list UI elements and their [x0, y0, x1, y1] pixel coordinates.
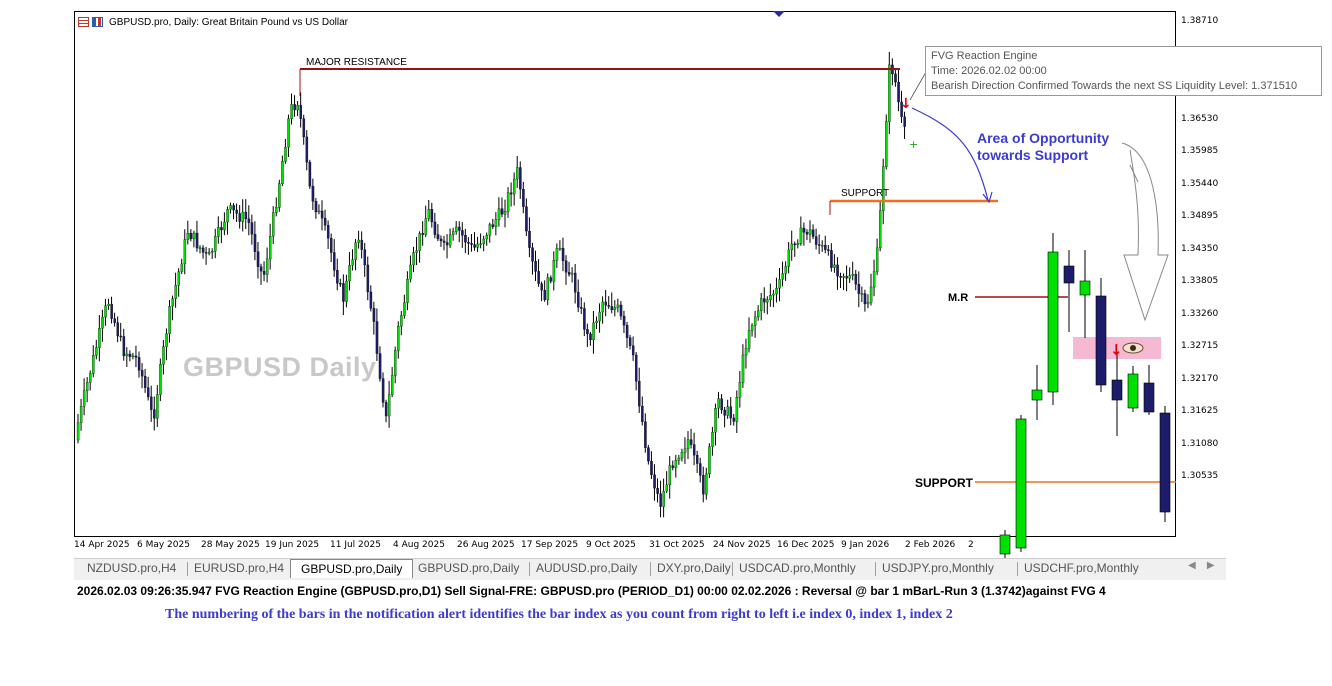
chart-tab[interactable]: EURUSD.pro,H4: [194, 561, 284, 575]
tab-separator: [187, 562, 188, 576]
date-tick-label: 17 Sep 2025: [521, 540, 579, 550]
chart-tab[interactable]: USDJPY.pro,Monthly: [882, 561, 994, 575]
chart-tab[interactable]: AUDUSD.pro,Daily: [536, 561, 637, 575]
tab-separator: [875, 562, 876, 576]
chart-tab[interactable]: GBPUSD.pro,Daily: [418, 561, 519, 575]
symbol-watermark: GBPUSD Daily: [183, 352, 377, 382]
date-tick-label: 2: [968, 540, 974, 550]
date-tick-label: 4 Aug 2025: [393, 540, 445, 550]
tab-scroll: ◀ ▶: [1188, 560, 1215, 571]
tooltip-line2: Time: 2026.02.02 00:00: [931, 65, 1047, 77]
major-resistance-label: MAJOR RESISTANCE: [306, 57, 407, 68]
opportunity-label: Area of Opportunity towards Support: [977, 130, 1109, 164]
price-tick-label: 1.30535: [1181, 471, 1219, 481]
chart-grid-icon: [78, 17, 89, 27]
date-tick-label: 28 May 2025: [201, 540, 260, 550]
chart-tab[interactable]: DXY.pro,Daily: [657, 561, 731, 575]
date-tick-label: 9 Oct 2025: [586, 540, 636, 550]
indicator-tooltip: FVG Reaction Engine Time: 2026.02.02 00:…: [925, 46, 1322, 96]
price-tick-label: 1.33260: [1181, 308, 1219, 319]
journal-status-line: 2026.02.03 09:26:35.947 FVG Reaction Eng…: [77, 584, 1106, 598]
tab-separator: [650, 562, 651, 576]
price-tick-label: 1.32715: [1181, 341, 1219, 351]
chart-tab[interactable]: NZDUSD.pro,H4: [87, 561, 176, 575]
support-label: SUPPORT: [915, 476, 974, 490]
price-tick-label: 1.33805: [1181, 276, 1219, 286]
tab-separator: [1017, 562, 1018, 576]
price-tick-label: 1.31625: [1181, 406, 1219, 416]
inset-bullish-candle: [999, 534, 1011, 555]
price-tick-label: 1.31080: [1181, 438, 1219, 449]
chart-tab[interactable]: USDCAD.pro,Monthly: [739, 561, 856, 575]
tab-separator: [732, 562, 733, 576]
tab-separator: [529, 562, 530, 576]
tooltip-line3: Bearish Direction Confirmed Towards the …: [931, 80, 1298, 92]
date-tick-label: 31 Oct 2025: [649, 540, 705, 550]
date-tick-label: 14 Apr 2025: [74, 540, 130, 550]
explanatory-note: The numbering of the bars in the notific…: [165, 607, 953, 622]
date-tick-label: 24 Nov 2025: [713, 540, 771, 550]
tooltip-line1: FVG Reaction Engine: [931, 50, 1038, 62]
chart-tab[interactable]: USDCHF.pro,Monthly: [1024, 561, 1139, 575]
chart-tab[interactable]: GBPUSD.pro,Daily: [290, 559, 414, 578]
price-tick-label: 1.38710: [1181, 16, 1219, 26]
date-tick-label: 19 Jun 2025: [265, 540, 320, 550]
date-tick-label: 9 Jan 2026: [841, 540, 890, 550]
chart-title-bar: GBPUSD.pro, Daily: Great Britain Pound v…: [78, 14, 348, 30]
price-tick-label: 1.34895: [1181, 211, 1219, 221]
price-tick-label: 1.32170: [1181, 373, 1219, 384]
opportunity-line2: towards Support: [977, 147, 1089, 163]
mr-label: M.R: [948, 292, 969, 304]
date-tick-label: 6 May 2025: [137, 540, 190, 550]
support-label-small: SUPPORT: [841, 188, 890, 199]
price-tick-label: 1.35985: [1181, 146, 1219, 156]
chart-tabs: NZDUSD.pro,H4 EURUSD.pro,H4 GBPUSD.pro,Dai…: [74, 558, 1226, 580]
price-tick-label: 1.34350: [1181, 243, 1219, 254]
price-tick-label: 1.35440: [1181, 178, 1219, 189]
date-tick-label: 26 Aug 2025: [457, 540, 515, 550]
chart-title: GBPUSD.pro, Daily: Great Britain Pound v…: [109, 16, 348, 28]
date-tick-label: 11 Jul 2025: [330, 540, 381, 550]
scroll-right-icon[interactable]: ▶: [1207, 560, 1215, 571]
price-tick-label: 1.36530: [1181, 113, 1219, 124]
chart-bars-icon: [92, 17, 103, 27]
scroll-left-icon[interactable]: ◀: [1188, 560, 1196, 571]
opportunity-line1: Area of Opportunity: [977, 130, 1110, 146]
date-tick-label: 16 Dec 2025: [777, 540, 835, 550]
date-tick-label: 2 Feb 2026: [905, 540, 956, 550]
